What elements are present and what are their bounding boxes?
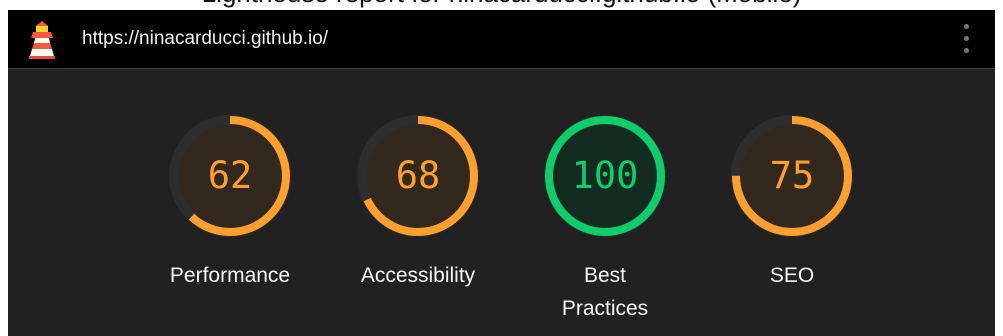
lighthouse-icon	[22, 18, 62, 60]
seo-label: SEO	[769, 264, 815, 287]
report-heading-text: Lighthouse report for ninacarducci.githu…	[0, 0, 1003, 8]
best-practices-gauge[interactable]: 100 Best Practices	[537, 108, 673, 325]
performance-score-ring: 62	[169, 115, 291, 237]
accessibility-gauge[interactable]: 68 Accessibility	[350, 108, 486, 292]
best-practices-label: Best Practices	[561, 264, 649, 320]
report-heading: Lighthouse report for ninacarducci.githu…	[0, 0, 1003, 8]
performance-gauge[interactable]: 62 Performance	[162, 108, 298, 292]
seo-score: 75	[770, 154, 815, 197]
seo-gauge[interactable]: 75 SEO	[724, 108, 860, 292]
report-topbar: https://ninacarducci.github.io/	[8, 10, 995, 69]
performance-score: 62	[208, 154, 253, 197]
lighthouse-panel: https://ninacarducci.github.io/ 62 Perfo…	[8, 10, 995, 336]
accessibility-score: 68	[396, 154, 441, 197]
accessibility-label: Accessibility	[360, 264, 476, 287]
performance-label: Performance	[169, 264, 291, 287]
kebab-menu-icon[interactable]	[957, 22, 975, 56]
lighthouse-report-page: Lighthouse report for ninacarducci.githu…	[0, 0, 1003, 336]
report-url[interactable]: https://ninacarducci.github.io/	[82, 10, 328, 68]
best-practices-score: 100	[572, 154, 639, 197]
seo-score-ring: 75	[731, 115, 853, 237]
accessibility-score-ring: 68	[357, 115, 479, 237]
best-practices-score-ring: 100	[544, 115, 666, 237]
